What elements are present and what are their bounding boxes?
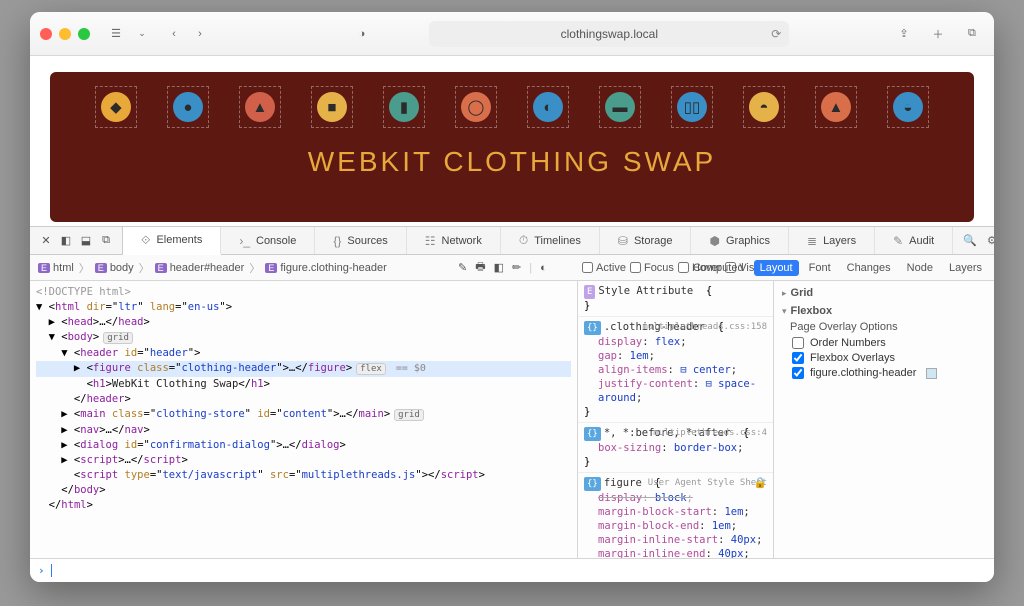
- inspector-tab-timelines[interactable]: ⏱Timelines: [501, 227, 600, 254]
- toggle-icon[interactable]: ◐: [540, 262, 547, 274]
- page-viewport: ◆ ● ▲ ■ ▮ ◯ ◐ ▬ ▯▯ ◓ ▲ ◒ WEBKIT CLOTHING SWAP: [30, 56, 994, 226]
- overlay-options-heading: Page Overlay Options: [790, 321, 986, 333]
- inspector-tab-audit[interactable]: ✎Audit: [875, 227, 953, 254]
- details-tab-layers[interactable]: Layers: [943, 260, 988, 276]
- paint-icon[interactable]: ◧: [494, 261, 504, 274]
- breadcrumb-header-header[interactable]: Eheader#header: [155, 262, 245, 274]
- breadcrumb-html[interactable]: Ehtml: [38, 262, 74, 274]
- site-title: WEBKIT CLOTHING SWAP: [308, 146, 716, 178]
- dock-bottom-button[interactable]: ⬓: [78, 234, 94, 247]
- option-order-numbers[interactable]: Order Numbers: [792, 337, 986, 349]
- inspector-tab-bar: ✕ ◧ ⬓ ⧉ ⟐Elements›_Console{}Sources☷Netw…: [30, 227, 994, 255]
- overlay-color-swatch[interactable]: [926, 368, 937, 379]
- clothing-icon-row: ◆ ● ▲ ■ ▮ ◯ ◐ ▬ ▯▯ ◓ ▲ ◒: [87, 86, 937, 128]
- clothing-icon-0[interactable]: ◆: [95, 86, 137, 128]
- inspector-tab-console[interactable]: ›_Console: [221, 227, 315, 254]
- inspector-tab-elements[interactable]: ⟐Elements: [123, 227, 221, 255]
- grid-section-header[interactable]: Grid: [782, 287, 986, 299]
- url-text: clothingswap.local: [561, 27, 658, 41]
- inspector-search-button[interactable]: 🔍: [963, 234, 977, 247]
- compose-icon[interactable]: ✎: [458, 261, 467, 274]
- back-button[interactable]: ‹: [162, 22, 186, 46]
- tabs-overview-button[interactable]: ⧉: [960, 22, 984, 46]
- sidebar-toggle-button[interactable]: ☰: [104, 22, 128, 46]
- address-bar[interactable]: clothingswap.local ⟳: [429, 21, 789, 47]
- details-tab-computed[interactable]: Computed: [687, 260, 750, 276]
- details-sidebar-tabs: ComputedLayoutFontChangesNodeLayers: [687, 260, 988, 276]
- clothing-icon-4[interactable]: ▮: [383, 86, 425, 128]
- inspector-tab-sources[interactable]: {}Sources: [315, 227, 406, 254]
- breadcrumb-body[interactable]: Ebody: [95, 262, 134, 274]
- inspector-tab-layers[interactable]: ≣Layers: [789, 227, 875, 254]
- web-inspector: ✕ ◧ ⬓ ⧉ ⟐Elements›_Console{}Sources☷Netw…: [30, 226, 994, 582]
- zoom-window-button[interactable]: [78, 28, 90, 40]
- clothing-icon-8[interactable]: ▯▯: [671, 86, 713, 128]
- clothing-icon-7[interactable]: ▬: [599, 86, 641, 128]
- reload-icon[interactable]: ⟳: [771, 27, 781, 41]
- force-focus-checkbox[interactable]: Focus: [630, 262, 674, 274]
- inspector-tab-storage[interactable]: ⛁Storage: [600, 227, 692, 254]
- popout-button[interactable]: ⧉: [98, 234, 114, 247]
- inspector-toolbar: Ehtml〉Ebody〉Eheader#header〉Efigure.cloth…: [30, 255, 994, 281]
- details-tab-node[interactable]: Node: [901, 260, 939, 276]
- details-tab-layout[interactable]: Layout: [754, 260, 799, 276]
- styles-pane[interactable]: EStyle Attribute {} {}.clothing-header {…: [578, 281, 774, 558]
- close-window-button[interactable]: [40, 28, 52, 40]
- clothing-icon-2[interactable]: ▲: [239, 86, 281, 128]
- console-input[interactable]: ›: [30, 558, 994, 582]
- browser-window: ☰ ⌄ ‹ › ◑ clothingswap.local ⟳ ⇪ ＋ ⧉ ◆ ● ▲…: [30, 12, 994, 582]
- option-flexbox-overlays[interactable]: Flexbox Overlays: [792, 352, 986, 364]
- site-banner: ◆ ● ▲ ■ ▮ ◯ ◐ ▬ ▯▯ ◓ ▲ ◒ WEBKIT CLOTHING SWAP: [50, 72, 974, 222]
- new-tab-button[interactable]: ＋: [926, 22, 950, 46]
- console-prompt-icon: ›: [38, 564, 45, 577]
- clothing-icon-3[interactable]: ■: [311, 86, 353, 128]
- breadcrumb-figure-clothing-header[interactable]: Efigure.clothing-header: [265, 262, 386, 274]
- clothing-icon-10[interactable]: ▲: [815, 86, 857, 128]
- dom-breadcrumbs[interactable]: Ehtml〉Ebody〉Eheader#header〉Efigure.cloth…: [30, 260, 387, 276]
- option-figure-overlay[interactable]: figure.clothing-header: [792, 367, 986, 379]
- share-button[interactable]: ⇪: [892, 22, 916, 46]
- tab-dropdown-button[interactable]: ⌄: [130, 22, 154, 46]
- selected-dom-node[interactable]: ▶ <figure class="clothing-header">…</fig…: [36, 361, 571, 377]
- details-tab-font[interactable]: Font: [803, 260, 837, 276]
- clothing-icon-9[interactable]: ◓: [743, 86, 785, 128]
- clothing-icon-11[interactable]: ◒: [887, 86, 929, 128]
- inspector-settings-button[interactable]: ⚙: [987, 234, 994, 247]
- clothing-icon-1[interactable]: ●: [167, 86, 209, 128]
- titlebar: ☰ ⌄ ‹ › ◑ clothingswap.local ⟳ ⇪ ＋ ⧉: [30, 12, 994, 56]
- minimize-window-button[interactable]: [59, 28, 71, 40]
- print-icon[interactable]: 🖶: [475, 258, 485, 277]
- force-active-checkbox[interactable]: Active: [582, 262, 626, 274]
- inspector-tab-network[interactable]: ☷Network: [407, 227, 501, 254]
- close-inspector-button[interactable]: ✕: [38, 234, 54, 247]
- inspector-tab-graphics[interactable]: ⬢Graphics: [691, 227, 789, 254]
- forward-button[interactable]: ›: [188, 22, 212, 46]
- clothing-icon-5[interactable]: ◯: [455, 86, 497, 128]
- layout-pane[interactable]: Grid Flexbox Page Overlay Options Order …: [774, 281, 994, 558]
- privacy-report-button[interactable]: ◑: [350, 22, 374, 46]
- brush-icon[interactable]: ✏: [512, 261, 521, 274]
- details-tab-changes[interactable]: Changes: [841, 260, 897, 276]
- flexbox-section-header[interactable]: Flexbox: [782, 305, 986, 317]
- clothing-icon-6[interactable]: ◐: [527, 86, 569, 128]
- dom-tree[interactable]: <!DOCTYPE html> ▼ <html dir="ltr" lang="…: [30, 281, 578, 558]
- dock-side-button[interactable]: ◧: [58, 234, 74, 247]
- window-controls: [40, 28, 90, 40]
